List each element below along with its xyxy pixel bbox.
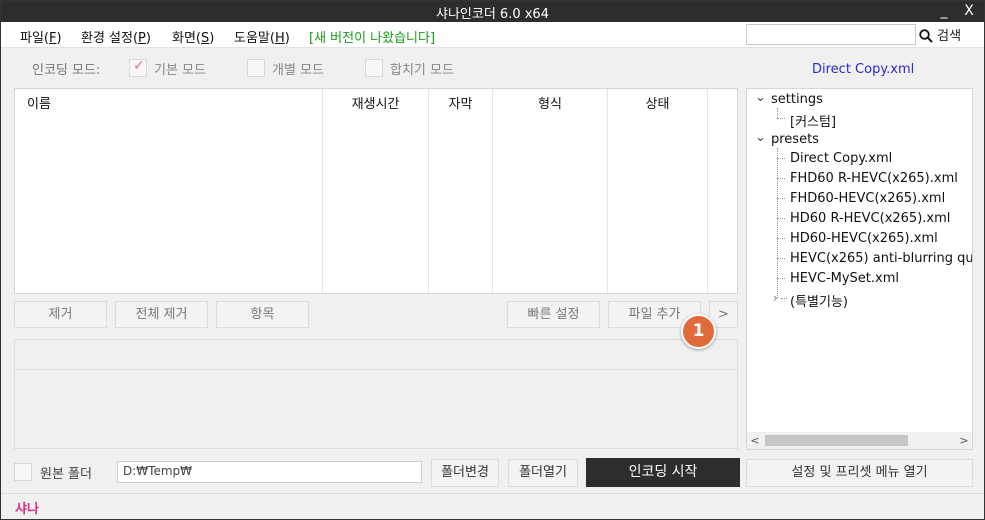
- tree-connector: [777, 158, 785, 159]
- basic-mode-label: 기본 모드: [154, 63, 206, 78]
- column-header-duration[interactable]: 재생시간: [323, 93, 428, 112]
- search-icon: [919, 29, 933, 44]
- tree-node-preset[interactable]: Direct Copy.xml: [790, 151, 892, 166]
- tree-connector: [777, 238, 785, 239]
- tree-node-custom[interactable]: [커스텀]: [790, 111, 836, 130]
- app-window: 샤나인코더 6.0 x64 _ X 파일(F) 환경 설정(P) 화면(S) 도…: [0, 0, 985, 520]
- menu-file-label: 파일(: [20, 31, 49, 46]
- tree-horizontal-scrollbar[interactable]: < >: [747, 432, 972, 449]
- encoding-mode-row: 인코딩 모드: ✓ 기본 모드 개별 모드 합치기 모드: [1, 58, 741, 80]
- tree-node-settings[interactable]: settings: [771, 92, 823, 107]
- output-folder-row: 원본 폴더 D:₩Temp₩ 폴더변경 폴더열기 인코딩 시작 설정 및 프리셋…: [1, 458, 984, 488]
- tree-connector: [777, 198, 785, 199]
- column-format: 형식: [493, 89, 608, 293]
- column-header-format[interactable]: 형식: [493, 93, 607, 112]
- column-status: 상태: [608, 89, 708, 293]
- column-subtitle: 자막: [429, 89, 493, 293]
- search-button[interactable]: 검색: [919, 25, 961, 45]
- window-title: 샤나인코더 6.0 x64: [436, 7, 549, 22]
- brand-label: 샤나: [15, 502, 39, 517]
- search-input[interactable]: [746, 24, 916, 45]
- tree-connector: [777, 258, 785, 259]
- original-folder-label: 원본 폴더: [40, 467, 92, 482]
- tree-connector: [777, 118, 785, 119]
- close-button[interactable]: X: [956, 1, 982, 22]
- menu-view-tail: ): [209, 31, 215, 46]
- tree-node-preset[interactable]: HEVC-MySet.xml: [790, 271, 899, 286]
- settings-preset-menu-button[interactable]: 설정 및 프리셋 메뉴 열기: [746, 459, 973, 487]
- tree-node-preset[interactable]: HD60-HEVC(x265).xml: [790, 231, 938, 246]
- tree-node-preset[interactable]: HEVC(x265) anti-blurring quality: [790, 251, 972, 266]
- menu-settings-tail: ): [145, 31, 151, 46]
- tree-connector: [777, 148, 778, 298]
- chevron-down-icon[interactable]: ⌄: [755, 90, 766, 105]
- quick-settings-button[interactable]: 빠른 설정: [507, 301, 600, 328]
- change-folder-button[interactable]: 폴더변경: [431, 459, 499, 487]
- file-list-table[interactable]: 이름 재생시간 자막 형식 상태: [14, 88, 738, 294]
- title-bar: 샤나인코더 6.0 x64 _ X: [1, 1, 984, 22]
- menu-settings[interactable]: 환경 설정(P): [81, 27, 151, 46]
- merge-mode-checkbox[interactable]: [365, 59, 383, 77]
- column-duration: 재생시간: [323, 89, 429, 293]
- tree-node-preset[interactable]: FHD60-HEVC(x265).xml: [790, 191, 945, 206]
- menu-settings-accel: P: [138, 31, 146, 46]
- encoding-mode-label: 인코딩 모드:: [32, 63, 101, 78]
- column-name: 이름: [15, 89, 323, 293]
- menu-file[interactable]: 파일(F): [20, 27, 62, 46]
- scrollbar-thumb[interactable]: [765, 435, 908, 446]
- chevron-right-icon[interactable]: ›: [773, 291, 778, 305]
- tree-node-special[interactable]: (특별기능): [790, 291, 848, 310]
- check-icon: ✓: [133, 58, 145, 74]
- preset-tree[interactable]: ⌄ settings [커스텀] ⌄ presets Direct Copy.x…: [746, 88, 973, 450]
- tree-connector: [777, 178, 785, 179]
- tree-connector: [777, 278, 785, 279]
- individual-mode-checkbox[interactable]: [247, 59, 265, 77]
- column-header-subtitle[interactable]: 자막: [429, 93, 492, 112]
- menu-help-label: 도움말(: [234, 31, 275, 46]
- tree-connector: [777, 218, 785, 219]
- remove-button[interactable]: 제거: [14, 301, 107, 328]
- column-header-name[interactable]: 이름: [27, 93, 334, 112]
- status-bar: 샤나: [1, 493, 984, 519]
- merge-mode-label: 합치기 모드: [390, 63, 454, 78]
- basic-mode-checkbox[interactable]: ✓: [129, 58, 147, 77]
- scroll-left-icon[interactable]: <: [747, 432, 763, 449]
- search-button-label: 검색: [937, 29, 962, 44]
- chevron-down-icon[interactable]: ⌄: [755, 130, 766, 145]
- menu-help-accel: H: [274, 31, 285, 46]
- original-folder-checkbox[interactable]: [14, 463, 32, 481]
- menu-bar: 파일(F) 환경 설정(P) 화면(S) 도움말(H) [새 버전이 나왔습니다…: [1, 22, 984, 48]
- menu-help-tail: ): [284, 31, 290, 46]
- tree-connector: [777, 108, 778, 118]
- output-path-input[interactable]: D:₩Temp₩: [117, 461, 422, 483]
- tree-node-presets[interactable]: presets: [771, 132, 819, 147]
- current-preset-name[interactable]: Direct Copy.xml: [812, 62, 914, 77]
- menu-view[interactable]: 화면(S): [172, 27, 214, 46]
- open-folder-button[interactable]: 폴더열기: [508, 459, 578, 487]
- step-badge: 1: [681, 314, 716, 349]
- menu-view-label: 화면(: [172, 31, 201, 46]
- individual-mode-label: 개별 모드: [272, 63, 324, 78]
- tree-connector: [781, 298, 787, 299]
- tree-node-preset[interactable]: HD60 R-HEVC(x265).xml: [790, 211, 950, 226]
- column-header-status[interactable]: 상태: [608, 93, 707, 112]
- tree-node-preset[interactable]: FHD60 R-HEVC(x265).xml: [790, 171, 958, 186]
- start-encoding-button[interactable]: 인코딩 시작: [586, 458, 740, 487]
- menu-file-tail: ): [56, 31, 62, 46]
- scroll-right-icon[interactable]: >: [956, 432, 972, 449]
- menu-help[interactable]: 도움말(H): [234, 27, 290, 46]
- new-version-link[interactable]: [새 버전이 나왔습니다]: [309, 27, 435, 46]
- log-panel-header: [15, 340, 737, 370]
- minimize-button[interactable]: _: [931, 1, 957, 22]
- menu-settings-label: 환경 설정(: [81, 31, 139, 46]
- items-button[interactable]: 항목: [216, 301, 309, 328]
- remove-all-button[interactable]: 전체 제거: [115, 301, 208, 328]
- log-panel: [14, 339, 738, 449]
